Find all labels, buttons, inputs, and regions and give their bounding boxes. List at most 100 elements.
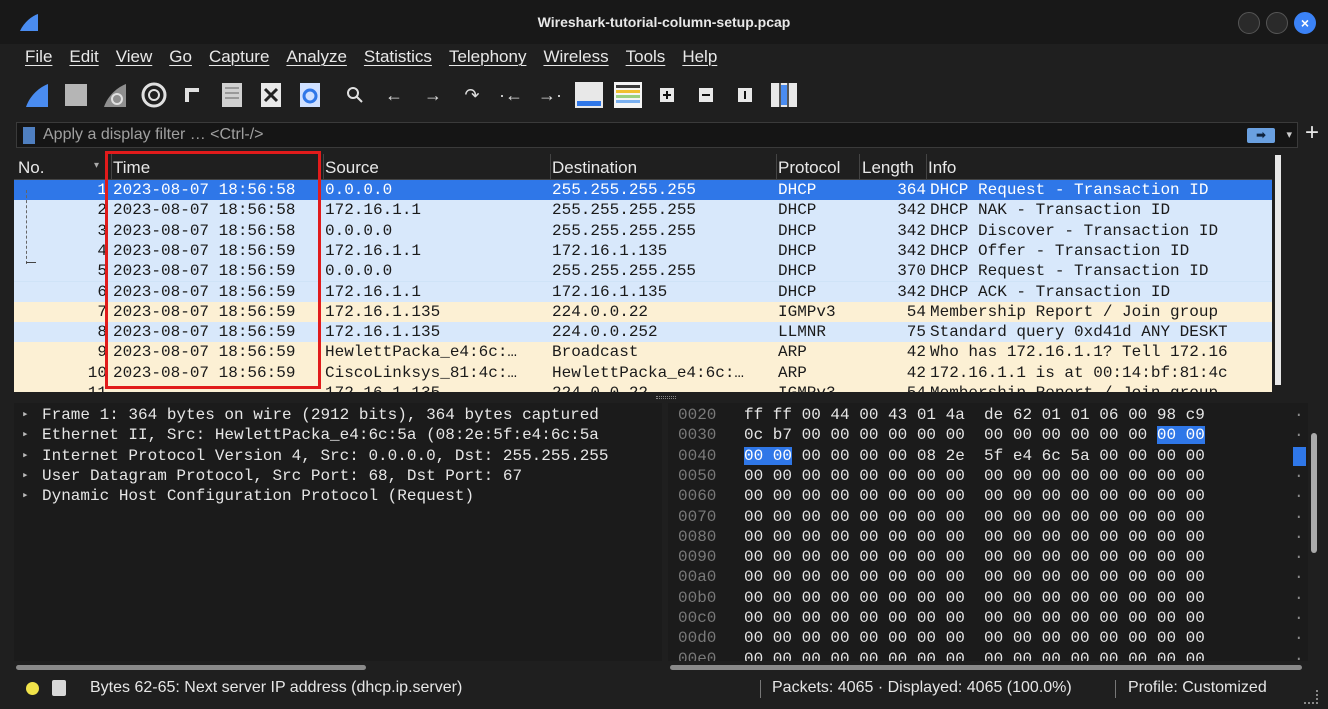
packet-cell-src: 172.16.1.1 xyxy=(325,201,422,220)
detail-tree-label: Internet Protocol Version 4, Src: 0.0.0.… xyxy=(42,446,609,465)
hex-row[interactable]: 0040 00 00 00 00 00 00 08 2e 5f e4 6c 5a … xyxy=(668,446,1308,466)
go-last-icon[interactable]: →· xyxy=(535,80,565,110)
restart-capture-icon[interactable] xyxy=(100,80,130,110)
packet-cell-src: 172.16.1.1 xyxy=(325,241,422,260)
packet-cell-proto: DHCP xyxy=(778,282,817,301)
detail-tree-item[interactable]: ▸ Dynamic Host Configuration Protocol (Re… xyxy=(14,486,662,506)
column-header-protocol[interactable]: Protocol xyxy=(778,158,840,178)
menu-edit[interactable]: Edit xyxy=(69,47,98,67)
expert-info-icon[interactable] xyxy=(26,682,39,695)
bytes-horizontal-scrollbar[interactable] xyxy=(668,662,1308,672)
zoom-out-icon[interactable] xyxy=(691,80,721,110)
normal-size-icon[interactable] xyxy=(730,80,760,110)
hex-offset: 0040 xyxy=(678,446,717,465)
menu-telephony[interactable]: Telephony xyxy=(449,47,527,67)
close-file-icon[interactable] xyxy=(256,80,286,110)
status-bar: Bytes 62-65: Next server IP address (dhc… xyxy=(0,674,1328,709)
hex-row[interactable]: 0020 ff ff 00 44 00 43 01 4a de 62 01 01 … xyxy=(668,405,1308,425)
bookmark-icon[interactable] xyxy=(23,127,35,144)
menu-capture[interactable]: Capture xyxy=(209,47,269,67)
ascii-column: · xyxy=(1294,527,1304,546)
column-header-length[interactable]: Length xyxy=(862,158,914,178)
packet-cell-dst: 172.16.1.135 xyxy=(552,282,668,301)
reload-file-icon[interactable] xyxy=(295,80,325,110)
packet-cell-no: 7 xyxy=(97,302,107,321)
menu-tools[interactable]: Tools xyxy=(626,47,666,67)
bytes-scrollbar[interactable] xyxy=(1308,403,1322,661)
hex-row[interactable]: 0030 0c b7 00 00 00 00 00 00 00 00 00 00 … xyxy=(668,425,1308,445)
go-to-packet-icon[interactable]: ↷ xyxy=(457,80,487,110)
menu-file[interactable]: File xyxy=(25,47,52,67)
detail-tree-item[interactable]: ▸ User Datagram Protocol, Src Port: 68, D… xyxy=(14,466,662,486)
go-back-icon[interactable]: ← xyxy=(379,80,409,110)
capture-comment-icon[interactable] xyxy=(52,680,66,696)
expand-arrow-icon[interactable]: ▸ xyxy=(22,466,29,486)
menu-view[interactable]: View xyxy=(116,47,153,67)
stop-capture-icon[interactable] xyxy=(61,80,91,110)
column-header-source[interactable]: Source xyxy=(325,158,379,178)
go-forward-icon[interactable]: → xyxy=(418,80,448,110)
pane-splitter[interactable] xyxy=(0,393,1328,403)
display-filter-input[interactable] xyxy=(43,124,1223,146)
hex-row[interactable]: 0080 00 00 00 00 00 00 00 00 00 00 00 00 … xyxy=(668,527,1308,547)
packet-cell-dst: 255.255.255.255 xyxy=(552,262,697,281)
expand-arrow-icon[interactable]: ▸ xyxy=(22,486,29,506)
menu-statistics[interactable]: Statistics xyxy=(364,47,432,67)
packet-cell-src: 172.16.1.135 xyxy=(325,323,441,342)
expand-arrow-icon[interactable]: ▸ xyxy=(22,405,29,425)
packet-cell-dst: 224.0.0.22 xyxy=(552,302,649,321)
hex-row[interactable]: 00c0 00 00 00 00 00 00 00 00 00 00 00 00 … xyxy=(668,608,1308,628)
hex-row[interactable]: 0050 00 00 00 00 00 00 00 00 00 00 00 00 … xyxy=(668,466,1308,486)
detail-tree-item[interactable]: ▸ Ethernet II, Src: HewlettPacka_e4:6c:5a… xyxy=(14,425,662,445)
autoscroll-icon[interactable] xyxy=(574,80,604,110)
column-header-no[interactable]: No. xyxy=(18,158,44,178)
colorize-icon[interactable] xyxy=(613,80,643,110)
menu-help[interactable]: Help xyxy=(682,47,717,67)
hex-row[interactable]: 00b0 00 00 00 00 00 00 00 00 00 00 00 00 … xyxy=(668,588,1308,608)
add-filter-button[interactable]: + xyxy=(1305,121,1319,145)
packet-details-pane: ▸ Frame 1: 364 bytes on wire (2912 bits),… xyxy=(14,403,662,661)
resize-grip-icon[interactable] xyxy=(1304,690,1318,704)
menu-go[interactable]: Go xyxy=(169,47,192,67)
column-header-destination[interactable]: Destination xyxy=(552,158,637,178)
detail-tree-item[interactable]: ▸ Internet Protocol Version 4, Src: 0.0.0… xyxy=(14,446,662,466)
go-first-icon[interactable]: ·← xyxy=(496,80,526,110)
menu-analyze[interactable]: Analyze xyxy=(286,47,346,67)
packet-list-scrollbar[interactable] xyxy=(1272,154,1286,392)
close-button[interactable]: × xyxy=(1294,12,1316,34)
column-header-info[interactable]: Info xyxy=(928,158,956,178)
minimize-button[interactable] xyxy=(1238,12,1260,34)
packet-cell-len: 342 xyxy=(897,221,926,240)
menu-wireless[interactable]: Wireless xyxy=(543,47,608,67)
find-packet-icon[interactable] xyxy=(340,80,370,110)
detail-tree-label: Dynamic Host Configuration Protocol (Req… xyxy=(42,487,475,506)
packet-cell-no: 11 xyxy=(14,383,107,392)
save-file-icon[interactable] xyxy=(217,80,247,110)
expand-arrow-icon[interactable]: ▸ xyxy=(22,446,29,466)
zoom-in-icon[interactable] xyxy=(652,80,682,110)
chevron-down-icon[interactable]: ▾ xyxy=(1286,128,1292,141)
hex-row[interactable]: 0090 00 00 00 00 00 00 00 00 00 00 00 00 … xyxy=(668,547,1308,567)
hex-row[interactable]: 0070 00 00 00 00 00 00 00 00 00 00 00 00 … xyxy=(668,507,1308,527)
hex-row[interactable]: 00d0 00 00 00 00 00 00 00 00 00 00 00 00 … xyxy=(668,628,1308,648)
capture-options-icon[interactable] xyxy=(139,80,169,110)
expand-arrow-icon[interactable]: ▸ xyxy=(22,425,29,445)
hex-bytes: 00 00 00 00 00 00 00 00 00 00 00 00 00 0… xyxy=(744,629,1205,648)
maximize-button[interactable] xyxy=(1266,12,1288,34)
resize-columns-icon[interactable] xyxy=(769,80,799,110)
packet-cell-src: 0.0.0.0 xyxy=(325,221,393,240)
details-horizontal-scrollbar[interactable] xyxy=(14,662,662,672)
packet-cell-info: DHCP NAK - Transaction ID xyxy=(930,201,1171,220)
ascii-column: · xyxy=(1294,629,1304,648)
status-profile[interactable]: Profile: Customized xyxy=(1128,679,1267,697)
packet-cell-proto: DHCP xyxy=(778,262,817,281)
apply-filter-icon[interactable]: ➡ xyxy=(1247,128,1275,143)
hex-row[interactable]: 00e0 00 00 00 00 00 00 00 00 00 00 00 00 … xyxy=(668,649,1308,661)
open-file-icon[interactable] xyxy=(178,80,208,110)
detail-tree-item[interactable]: ▸ Frame 1: 364 bytes on wire (2912 bits),… xyxy=(14,405,662,425)
packet-cell-dst: HewlettPacka_e4:6c:… xyxy=(552,363,745,382)
hex-row[interactable]: 0060 00 00 00 00 00 00 00 00 00 00 00 00 … xyxy=(668,486,1308,506)
hex-row[interactable]: 00a0 00 00 00 00 00 00 00 00 00 00 00 00 … xyxy=(668,567,1308,587)
hex-bytes: 00 00 00 00 00 00 00 00 00 00 00 00 00 0… xyxy=(744,568,1205,587)
start-capture-icon[interactable] xyxy=(22,80,52,110)
